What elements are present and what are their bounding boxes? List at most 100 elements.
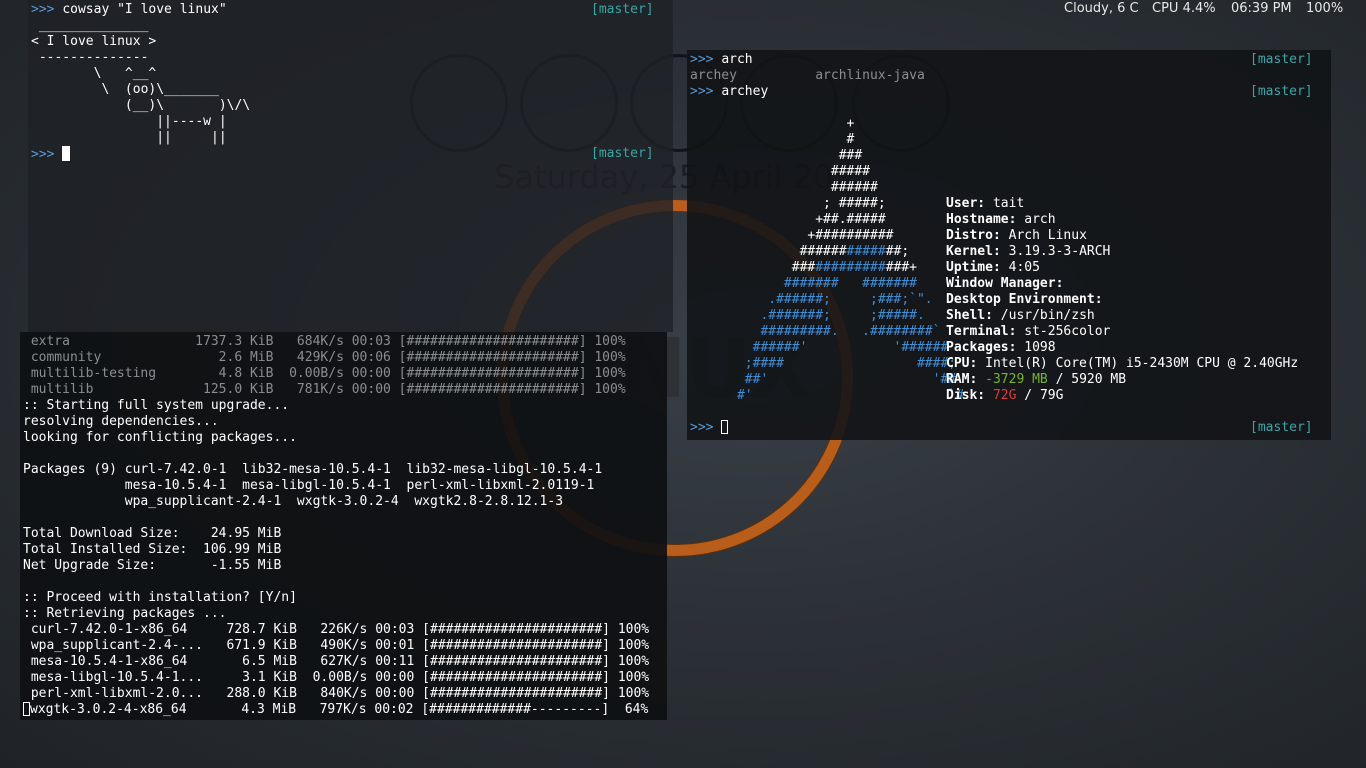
prompt: >>>	[31, 2, 55, 17]
cowsay-line: ||----w |	[31, 114, 227, 129]
logo-art-segment: ###+	[885, 260, 917, 275]
terminal-cowsay[interactable]: >>> cowsay "I love linux" [master] _____…	[28, 0, 673, 332]
download-row-text: wxgtk-3.0.2-4-x86_64 4.3 MiB 797K/s 00:0…	[30, 702, 649, 717]
logo-art-line: #	[690, 132, 964, 148]
git-branch: [master]	[1250, 420, 1313, 435]
info-label: Window Manager:	[946, 276, 1064, 291]
command-line: >>> cowsay "I love linux"	[31, 2, 227, 18]
logo-art-line: .#######; ;#####.	[690, 308, 964, 324]
logo-art-line: ######' '######	[690, 340, 964, 356]
system-info: User: tait Hostname: arch Distro: Arch Lin…	[946, 196, 1298, 404]
info-row: Kernel: 3.19.3-3-ARCH	[946, 244, 1298, 260]
output-line: perl-xml-libxml-2.0... 288.0 KiB 840K/s …	[23, 686, 650, 701]
info-label: Desktop Environment:	[946, 292, 1103, 307]
prompt: >>>	[690, 52, 714, 67]
cowsay-output: ______________ < I love linux > ---------…	[31, 18, 250, 146]
output-line: mesa-10.5.4-1 mesa-libgl-10.5.4-1 perl-x…	[23, 478, 595, 493]
sync-row: community 2.6 MiB 429K/s 00:06 [########…	[23, 350, 626, 365]
cowsay-line: \ ^__^	[31, 66, 157, 81]
info-value: /usr/bin/zsh	[1000, 308, 1095, 323]
terminal-archey[interactable]: >>> arch [master] archey archlinux-java …	[687, 50, 1331, 440]
logo-art-line: #############;	[690, 244, 964, 260]
logo-art-segment: ##;	[885, 244, 910, 259]
disk-total: 79G	[1039, 388, 1064, 403]
info-label: User:	[946, 196, 986, 211]
info-row: Disk: 72G / 79G	[946, 388, 1298, 404]
output-line: :: Starting full system upgrade...	[23, 398, 290, 413]
command-text: arch	[721, 52, 753, 67]
prompt: >>>	[31, 147, 55, 162]
info-label: Terminal:	[946, 324, 1017, 339]
output-line: wpa_supplicant-2.4-1 wxgtk-3.0.2-4 wxgtk…	[23, 494, 564, 509]
logo-art-line: ######	[690, 180, 964, 196]
cowsay-line: --------------	[31, 50, 149, 65]
info-row: Distro: Arch Linux	[946, 228, 1298, 244]
ram-total: 5920 MB	[1071, 372, 1127, 387]
logo-art-line: #########. .########`	[690, 324, 964, 340]
info-label: Hostname:	[946, 212, 1017, 227]
completion-list: archey archlinux-java	[690, 68, 925, 83]
logo-art-segment: ######	[690, 180, 878, 195]
output-line: Total Download Size: 24.95 MiB	[23, 526, 282, 541]
info-label: Packages:	[946, 340, 1017, 355]
logo-art-segment: ; #####;	[690, 196, 886, 211]
cpu-status: CPU 4.4%	[1152, 1, 1216, 16]
logo-art-segment: ###	[690, 148, 863, 163]
cowsay-line: < I love linux >	[31, 34, 157, 49]
terminal-pacman[interactable]: extra 1737.3 KiB 684K/s 00:03 [#########…	[20, 332, 667, 720]
info-row: Uptime: 4:05	[946, 260, 1298, 276]
command-text: cowsay "I love linux"	[62, 2, 227, 17]
cowsay-line: (__)\ )\/\	[31, 98, 251, 113]
disk-used: 72G	[992, 388, 1017, 403]
sync-output: extra 1737.3 KiB 684K/s 00:03 [#########…	[23, 334, 626, 398]
git-branch: [master]	[591, 146, 654, 161]
sync-row: extra 1737.3 KiB 684K/s 00:03 [#########…	[23, 334, 626, 349]
logo-art-segment: +##.#####	[690, 212, 886, 227]
logo-art-segment: #' `#	[690, 388, 964, 403]
info-value: Intel(R) Core(TM) i5-2430M CPU @ 2.40GHz	[985, 356, 1299, 371]
command-text: archey	[721, 84, 769, 99]
prompt-line[interactable]: >>>	[31, 146, 71, 162]
info-row: Hostname: arch	[946, 212, 1298, 228]
info-value: tait	[992, 196, 1025, 211]
cowsay-line: \ (oo)\_______	[31, 82, 219, 97]
prompt-line[interactable]: >>>	[690, 420, 729, 436]
download-progress-line: wxgtk-3.0.2-4-x86_64 4.3 MiB 797K/s 00:0…	[23, 702, 648, 718]
logo-art-line: #' `#	[690, 388, 964, 404]
output-line: wpa_supplicant-2.4-... 671.9 KiB 490K/s …	[23, 638, 650, 653]
output-line: mesa-libgl-10.5.4-1... 3.1 KiB 0.00B/s 0…	[23, 670, 650, 685]
output-line: mesa-10.5.4-1-x86_64 6.5 MiB 627K/s 00:1…	[23, 654, 650, 669]
prompt: >>>	[690, 420, 714, 435]
info-row: RAM: -3729 MB / 5920 MB	[946, 372, 1298, 388]
output-line: :: Proceed with installation? [Y/n]	[23, 590, 297, 605]
logo-art-segment: +##########	[690, 228, 894, 243]
logo-art-line: #####	[690, 164, 964, 180]
sync-row: multilib-testing 4.8 KiB 0.00B/s 00:00 […	[23, 366, 626, 381]
info-row: User: tait	[946, 196, 1298, 212]
logo-art-segment: #####	[846, 244, 886, 259]
info-row: Shell: /usr/bin/zsh	[946, 308, 1298, 324]
logo-art-segment: .######; ;###;`".	[690, 292, 933, 307]
info-label: CPU:	[946, 356, 978, 371]
info-label: RAM:	[946, 372, 978, 387]
battery-status: 100%	[1306, 1, 1344, 16]
info-value: 4:05	[1008, 260, 1040, 275]
logo-art-line: ####### #######	[690, 276, 964, 292]
logo-art-segment: #	[690, 132, 855, 147]
git-branch: [master]	[591, 2, 654, 17]
cursor	[721, 420, 729, 434]
weather-status: Cloudy, 6 C	[1064, 1, 1139, 16]
logo-art-line: ;#### ####;	[690, 356, 964, 372]
info-label: Kernel:	[946, 244, 1001, 259]
info-value: st-256color	[1024, 324, 1111, 339]
output-line: Packages (9) curl-7.42.0-1 lib32-mesa-10…	[23, 462, 603, 477]
logo-art-segment: ######' '######	[690, 340, 949, 355]
cursor	[62, 146, 71, 161]
info-value: 3.19.3-3-ARCH	[1008, 244, 1111, 259]
prompt: >>>	[690, 84, 714, 99]
logo-art-line: +##.#####	[690, 212, 964, 228]
ram-used: -3729 MB	[985, 372, 1048, 387]
logo-art-line: ###	[690, 148, 964, 164]
